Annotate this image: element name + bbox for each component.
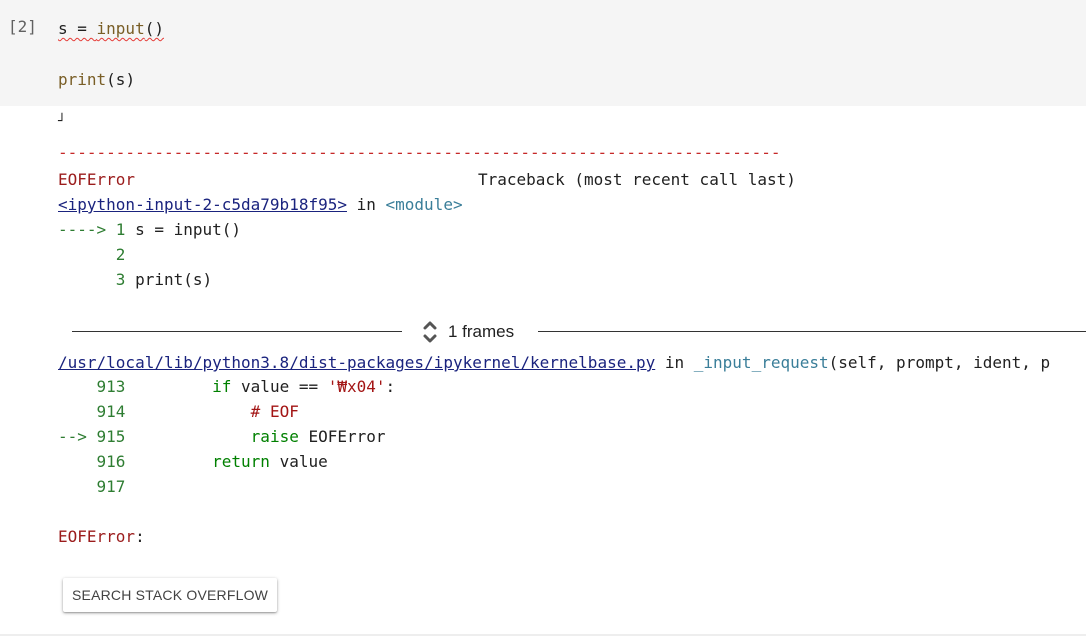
code-fn-input: input: [96, 19, 145, 38]
module-name: <module>: [385, 195, 463, 214]
frame1-line-3-num: 3: [115, 270, 126, 289]
code-comment: # EOF: [250, 402, 299, 421]
execution-count: [2]: [8, 17, 37, 36]
unfold-icon: [423, 321, 437, 343]
frames-count-label: 1 frames: [448, 322, 515, 341]
frame2-line-913: 913 if value == '₩x04':: [58, 377, 396, 396]
search-stack-overflow-button[interactable]: SEARCH STACK OVERFLOW: [63, 578, 278, 612]
frame1-line-2-arrow: [58, 245, 116, 264]
error-name: EOFError: [58, 170, 136, 189]
frame2-line-916-val: value: [269, 452, 328, 471]
traceback-frame-header: <ipython-input-2-c5da79b18f95> in <modul…: [58, 195, 463, 214]
traceback-separator: ----------------------------------------…: [58, 143, 781, 162]
frame1-line-3: 3 print(s): [58, 270, 212, 289]
frame2-line-913-end: :: [385, 377, 396, 396]
ipython-input-link[interactable]: <ipython-input-2-c5da79b18f95>: [58, 195, 347, 214]
function-args: (self, prompt, ident, p: [828, 353, 1051, 372]
stdin-prompt-cursor: ┘: [58, 114, 66, 129]
frame2-line-914-num: 914: [96, 402, 126, 421]
string-literal: '₩x04': [327, 377, 386, 396]
final-error-name: EOFError: [58, 527, 136, 546]
frame2-line-913-mid: value ==: [231, 377, 328, 396]
frame1-line-2: 2: [58, 245, 126, 264]
frame1-line-2-num: 2: [115, 245, 126, 264]
frames-divider-left: [72, 331, 402, 332]
frame1-line-1: ----> 1 s = input(): [58, 220, 241, 239]
final-error-line: EOFError:: [58, 527, 145, 546]
traceback-frame2-header: /usr/local/lib/python3.8/dist-packages/i…: [58, 353, 1050, 372]
frame2-line-915-arrow: -->: [58, 427, 97, 446]
frame2-line-916-num: 916: [96, 452, 126, 471]
in-word-2: in: [655, 353, 694, 372]
code-print-args: (s): [106, 70, 136, 89]
keyword-if: if: [212, 377, 232, 396]
frame2-line-915: --> 915 raise EOFError: [58, 427, 386, 446]
frame1-line-1-num: 1: [115, 220, 126, 239]
frames-toggle-button[interactable]: 1 frames: [422, 318, 532, 346]
code-fn-print: print: [58, 70, 107, 89]
frame2-line-917: 917: [58, 477, 126, 496]
frame2-line-917-num: 917: [96, 477, 126, 496]
in-word: in: [346, 195, 386, 214]
code-line-1-squiggle: s = input(): [58, 19, 164, 38]
frame2-line-915-exc: EOFError: [298, 427, 386, 446]
frame1-line-3-code: print(s): [125, 270, 213, 289]
frame1-line-1-arrow: ---->: [58, 220, 116, 239]
keyword-raise: raise: [250, 427, 299, 446]
final-error-colon: :: [135, 527, 145, 546]
cell-bottom-divider: [0, 634, 1086, 636]
code-var-assign: s =: [58, 19, 97, 38]
function-name: _input_request: [693, 353, 829, 372]
code-paren: (): [144, 19, 164, 38]
frame2-line-915-num: 915: [96, 427, 126, 446]
kernelbase-file-link[interactable]: /usr/local/lib/python3.8/dist-packages/i…: [58, 353, 655, 372]
code-cell-input[interactable]: [2] s = input() print(s): [0, 0, 1086, 106]
frame1-line-1-code: s = input(): [125, 220, 242, 239]
keyword-return: return: [212, 452, 270, 471]
frame1-line-3-arrow: [58, 270, 116, 289]
frame2-line-914: 914 # EOF: [58, 402, 299, 421]
frame2-line-913-num: 913: [96, 377, 126, 396]
code-line-3[interactable]: print(s): [58, 70, 135, 89]
traceback-label: Traceback (most recent call last): [478, 170, 796, 189]
code-line-1[interactable]: s = input(): [58, 19, 164, 38]
frame2-line-916: 916 return value: [58, 452, 328, 471]
frames-toggle-bar: 1 frames: [72, 318, 1086, 346]
frames-divider-right: [538, 331, 1086, 332]
